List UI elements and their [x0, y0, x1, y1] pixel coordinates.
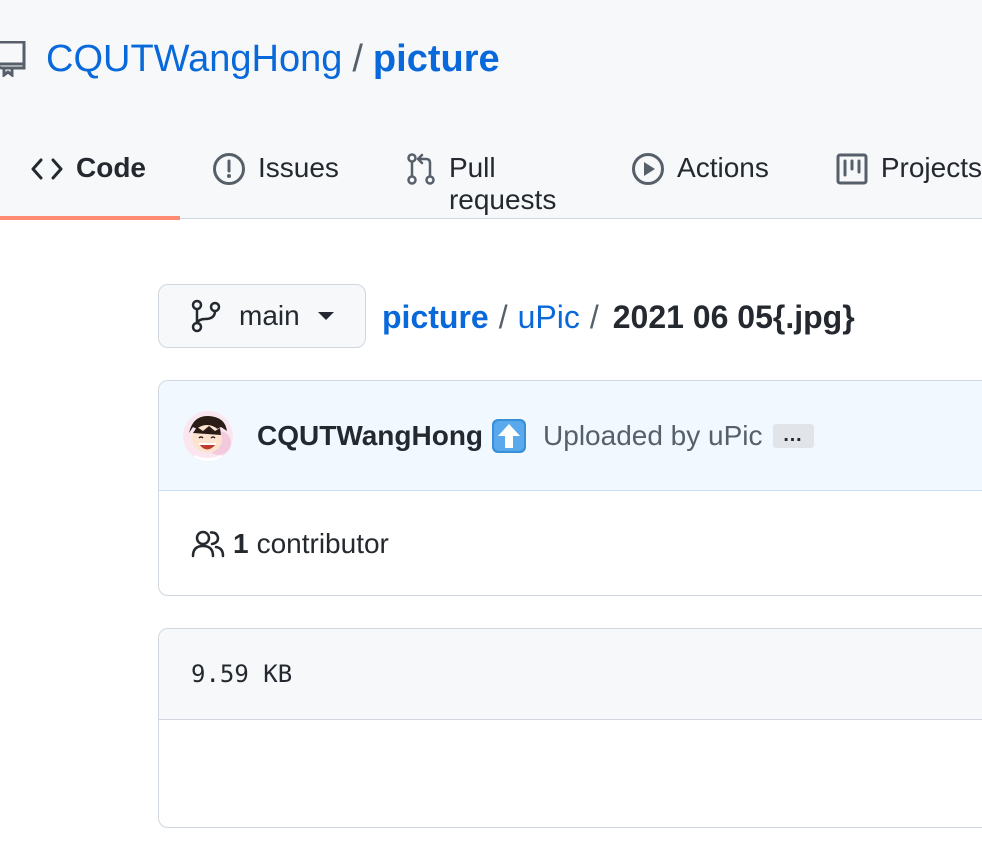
repo-header: CQUTWangHong / picture Code Issues Pull …	[0, 0, 982, 220]
contributor-count[interactable]: 1	[233, 528, 249, 560]
breadcrumb: picture / uPic / 2021 06 05{.jpg}	[382, 292, 855, 342]
breadcrumb-file-name: 2021 06 05{.jpg}	[612, 298, 855, 335]
tab-pull-requests[interactable]: Pull requests	[405, 140, 631, 219]
people-icon	[191, 530, 225, 558]
contributors-row: 1 contributor	[159, 491, 982, 595]
latest-commit: CQUTWangHong Uploaded by uPic …	[159, 381, 982, 491]
git-pull-request-icon	[405, 152, 437, 186]
branch-select-button[interactable]: main	[158, 284, 366, 348]
repo-owner-link[interactable]: CQUTWangHong	[46, 38, 342, 81]
commit-expand-button[interactable]: …	[772, 423, 814, 448]
tab-actions-label: Actions	[677, 152, 769, 183]
tab-projects-label: Projects	[880, 152, 982, 183]
avatar[interactable]	[183, 410, 233, 461]
breadcrumb-repo-link[interactable]: picture	[382, 299, 489, 336]
branch-name: main	[239, 300, 300, 331]
tab-issues-label: Issues	[258, 152, 339, 183]
file-size: 9.59 KB	[191, 660, 293, 688]
repo-icon	[0, 34, 40, 84]
tab-code-label: Code	[76, 152, 146, 183]
repo-path-separator: /	[352, 37, 363, 80]
tab-issues[interactable]: Issues	[180, 140, 405, 219]
file-info-bar: 9.59 KB	[159, 629, 982, 720]
contributor-label[interactable]: contributor	[257, 528, 389, 560]
commit-box: CQUTWangHong Uploaded by uPic … 1 contri…	[158, 380, 982, 596]
chevron-down-icon	[317, 312, 334, 320]
file-content	[159, 720, 982, 827]
tab-code[interactable]: Code	[0, 140, 180, 220]
issue-opened-icon	[212, 152, 246, 186]
commit-message-link[interactable]: Uploaded by uPic	[543, 420, 762, 452]
project-icon	[835, 152, 869, 186]
up-arrow-emoji-icon	[492, 418, 527, 453]
breadcrumb-separator: /	[589, 298, 599, 335]
repo-tabs: Code Issues Pull requests Actions Projec…	[0, 140, 982, 220]
tab-actions[interactable]: Actions	[631, 140, 835, 219]
breadcrumb-separator: /	[498, 298, 508, 335]
tab-projects[interactable]: Projects	[835, 140, 982, 219]
file-viewer: 9.59 KB	[158, 628, 982, 828]
tab-pull-requests-label: Pull requests	[448, 152, 557, 215]
play-icon	[631, 152, 665, 186]
repo-title: CQUTWangHong / picture	[0, 34, 500, 84]
code-icon	[30, 152, 64, 186]
breadcrumb-dir-link[interactable]: uPic	[518, 299, 580, 336]
repo-name-link[interactable]: picture	[373, 38, 500, 81]
commit-author-link[interactable]: CQUTWangHong	[257, 420, 483, 452]
git-branch-icon	[191, 299, 221, 333]
